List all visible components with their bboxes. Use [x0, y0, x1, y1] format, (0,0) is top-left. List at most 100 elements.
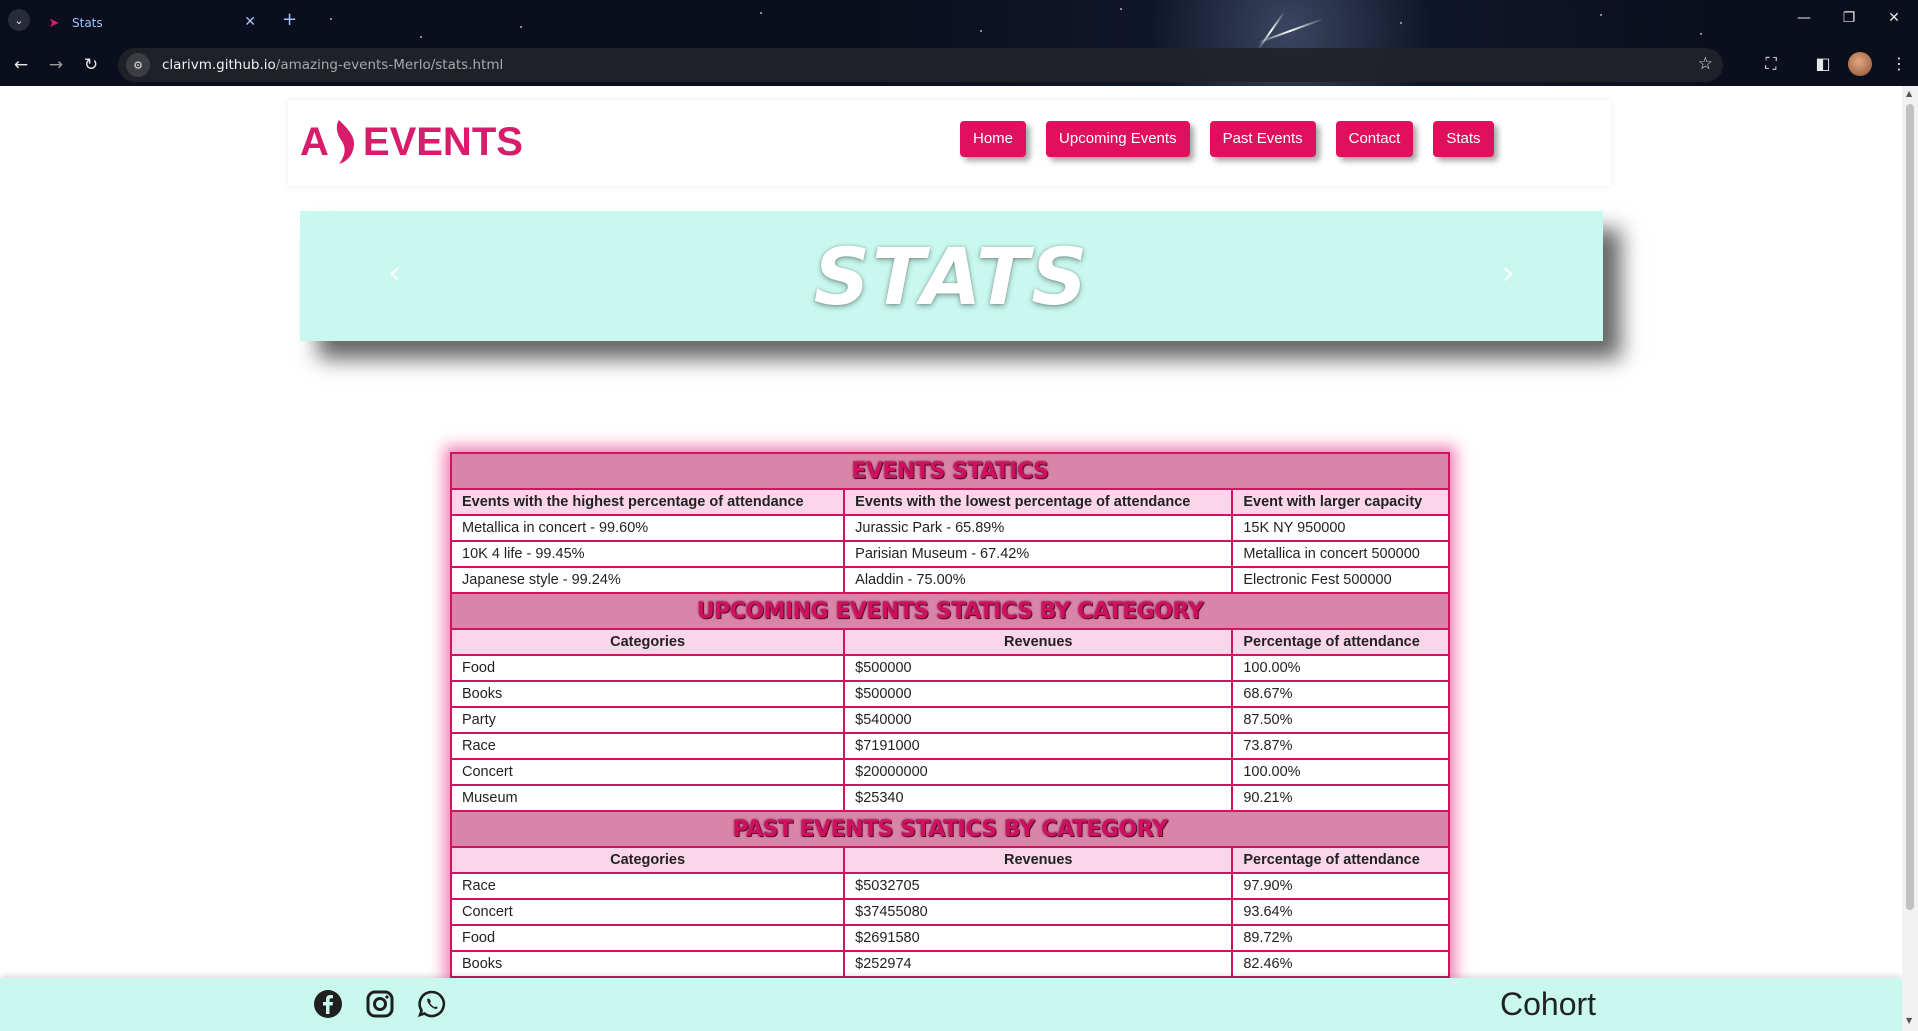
- profile-avatar[interactable]: [1848, 52, 1872, 76]
- instagram-icon[interactable]: [364, 988, 396, 1020]
- table-cell: $2691580: [843, 924, 1234, 952]
- side-panel-icon[interactable]: ◧: [1812, 54, 1834, 73]
- site-header: A EVENTS Home Upcoming Events Past Event…: [288, 100, 1611, 186]
- table-cell: Metallica in concert 500000: [1231, 540, 1450, 568]
- table-cell: $540000: [843, 706, 1234, 734]
- table-row: Race $5032705 97.90%: [449, 872, 1450, 900]
- table-cell: $20000000: [843, 758, 1234, 786]
- forward-icon[interactable]: →: [43, 52, 69, 78]
- table-cell: $37455080: [843, 898, 1234, 926]
- table-cell: 10K 4 life - 99.45%: [449, 540, 846, 568]
- carousel-next-icon[interactable]: ›: [1501, 253, 1515, 293]
- tab-stats[interactable]: ➤ Stats ✕: [36, 6, 266, 40]
- table-cell: Metallica in concert - 99.60%: [449, 514, 846, 542]
- table-cell: Jurassic Park - 65.89%: [843, 514, 1234, 542]
- scroll-down-icon[interactable]: ▼: [1906, 1016, 1912, 1025]
- site-favicon-icon: ➤: [48, 15, 60, 31]
- reload-icon[interactable]: ↻: [78, 52, 104, 78]
- table-cell: 73.87%: [1231, 732, 1450, 760]
- logo-letter-a: A: [300, 119, 329, 164]
- table-row: Japanese style - 99.24% Aladdin - 75.00%…: [449, 566, 1450, 594]
- table-cell: 97.90%: [1231, 872, 1450, 900]
- url-text[interactable]: clarivm.github.io/amazing-events-Merlo/s…: [162, 57, 503, 73]
- new-tab-icon[interactable]: +: [282, 9, 297, 30]
- table-cell: Concert: [449, 758, 846, 786]
- minimize-icon[interactable]: —: [1794, 10, 1814, 26]
- table-row: Metallica in concert - 99.60% Jurassic P…: [449, 514, 1450, 542]
- column-header: Percentage of attendance: [1231, 628, 1450, 656]
- nav-stats[interactable]: Stats: [1433, 121, 1494, 157]
- nav-upcoming-events[interactable]: Upcoming Events: [1046, 121, 1190, 157]
- table-row: Concert $20000000 100.00%: [449, 758, 1450, 786]
- nav-contact[interactable]: Contact: [1335, 121, 1414, 157]
- table-cell: Parisian Museum - 67.42%: [843, 540, 1234, 568]
- section-title-events: EVENTS STATICS: [450, 452, 1450, 490]
- table-cell: 87.50%: [1231, 706, 1450, 734]
- footer-brand: Cohort: [1500, 986, 1597, 1022]
- table-cell: $500000: [843, 654, 1234, 682]
- whatsapp-icon[interactable]: [416, 988, 448, 1020]
- table-cell: 93.64%: [1231, 898, 1450, 926]
- table-cell: 89.72%: [1231, 924, 1450, 952]
- table-cell: Concert: [449, 898, 846, 926]
- extensions-icon[interactable]: ⛶: [1760, 54, 1782, 74]
- facebook-icon[interactable]: [312, 988, 344, 1020]
- table-cell: Race: [449, 732, 846, 760]
- table-row: Race $7191000 73.87%: [449, 732, 1450, 760]
- site-info-icon[interactable]: ⚙: [126, 53, 150, 77]
- tab-close-icon[interactable]: ✕: [244, 14, 256, 30]
- site-footer: Cohort: [0, 978, 1902, 1031]
- table-cell: $500000: [843, 680, 1234, 708]
- restore-icon[interactable]: ❐: [1839, 10, 1859, 26]
- column-header: Event with larger capacity: [1231, 488, 1450, 516]
- column-header: Revenues: [843, 846, 1234, 874]
- tab-search-icon[interactable]: ⌄: [8, 9, 30, 31]
- bookmark-star-icon[interactable]: ☆: [1698, 54, 1713, 74]
- table-cell: $25340: [843, 784, 1234, 812]
- menu-kebab-icon[interactable]: ⋮: [1888, 54, 1910, 73]
- banner-title: STATS: [813, 233, 1090, 323]
- table-cell: $7191000: [843, 732, 1234, 760]
- logo-word-events: EVENTS: [362, 119, 523, 164]
- table-cell: 100.00%: [1231, 654, 1450, 682]
- table-row: Museum $25340 90.21%: [449, 784, 1450, 812]
- table-row: Books $500000 68.67%: [449, 680, 1450, 708]
- browser-toolbar: ← → ↻ ⚙ clarivm.github.io/amazing-events…: [0, 44, 1918, 86]
- address-bar[interactable]: ⚙ clarivm.github.io/amazing-events-Merlo…: [118, 48, 1723, 82]
- back-icon[interactable]: ←: [8, 52, 34, 78]
- site-logo[interactable]: A EVENTS: [300, 118, 523, 166]
- nav-home[interactable]: Home: [960, 121, 1027, 157]
- table-cell: Party: [449, 706, 846, 734]
- logo-flame-icon: [336, 120, 354, 164]
- column-header: Categories: [449, 628, 846, 656]
- scroll-up-icon[interactable]: ▲: [1906, 89, 1912, 98]
- main-nav: Home Upcoming Events Past Events Contact…: [960, 121, 1494, 157]
- browser-chrome: ⌄ ➤ Stats ✕ + — ❐ ✕ ← → ↻ ⚙ clarivm.gith…: [0, 0, 1918, 86]
- table-cell: Japanese style - 99.24%: [449, 566, 846, 594]
- window-close-icon[interactable]: ✕: [1884, 10, 1904, 26]
- table-cell: Electronic Fest 500000: [1231, 566, 1450, 594]
- table-cell: Books: [449, 950, 846, 978]
- table-cell: Race: [449, 872, 846, 900]
- hero-banner: ‹ STATS ›: [300, 211, 1603, 341]
- column-header: Events with the lowest percentage of att…: [843, 488, 1234, 516]
- nav-past-events[interactable]: Past Events: [1209, 121, 1316, 157]
- table-row: Concert $37455080 93.64%: [449, 898, 1450, 926]
- table-cell: 90.21%: [1231, 784, 1450, 812]
- table-row: Party $540000 87.50%: [449, 706, 1450, 734]
- table-cell: 82.46%: [1231, 950, 1450, 978]
- table-cell: 68.67%: [1231, 680, 1450, 708]
- column-header: Events with the highest percentage of at…: [449, 488, 846, 516]
- table-row: Food $2691580 89.72%: [449, 924, 1450, 952]
- column-header: Percentage of attendance: [1231, 846, 1450, 874]
- page-scrollbar[interactable]: ▲ ▼: [1902, 86, 1918, 1031]
- table-row: Food $500000 100.00%: [449, 654, 1450, 682]
- table-cell: Aladdin - 75.00%: [843, 566, 1234, 594]
- scrollbar-thumb[interactable]: [1906, 104, 1914, 910]
- table-cell: $5032705: [843, 872, 1234, 900]
- tab-title: Stats: [72, 16, 103, 30]
- stats-table-container: EVENTS STATICS Events with the highest p…: [449, 452, 1450, 978]
- table-cell: $252974: [843, 950, 1234, 978]
- column-header: Revenues: [843, 628, 1234, 656]
- table-cell: Food: [449, 924, 846, 952]
